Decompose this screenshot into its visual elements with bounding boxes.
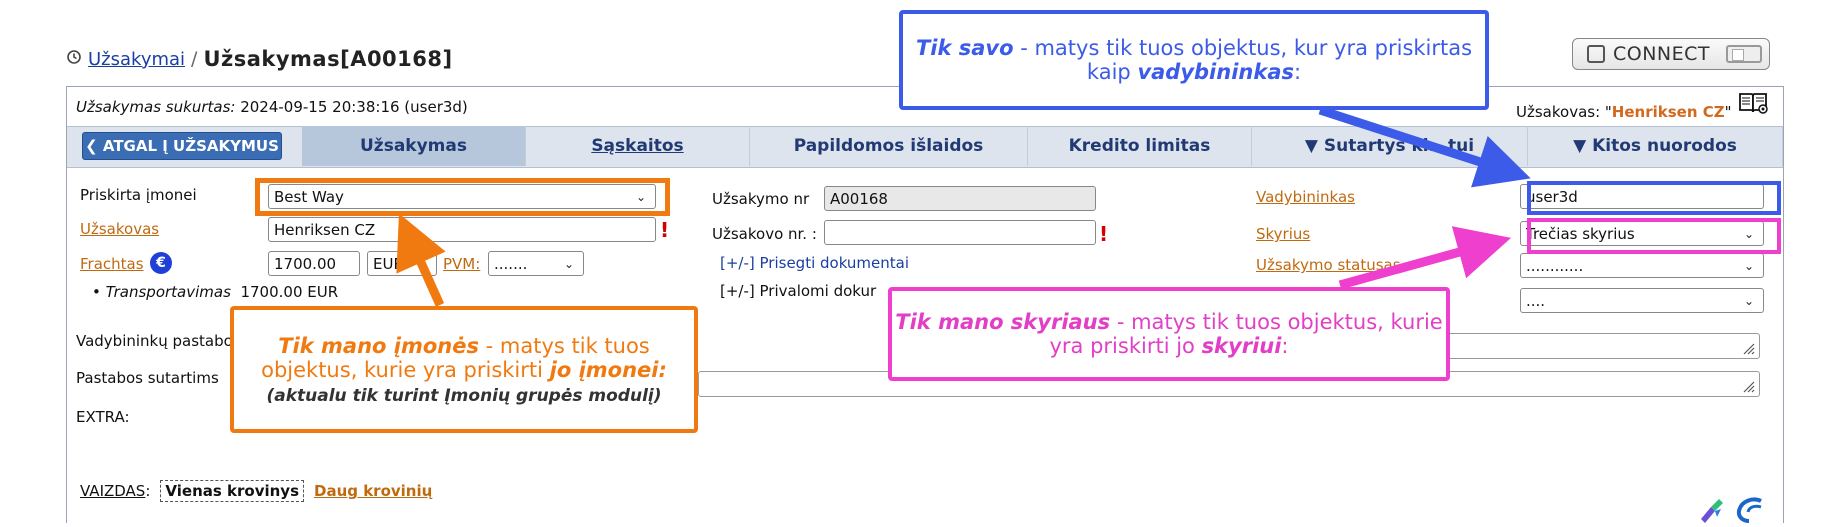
callout-orange-bold2: jo įmonei: — [549, 357, 667, 382]
callout-blue-bold2: vadybininkas — [1137, 60, 1294, 84]
my-company-callout: Tik mano įmonės - matys tik tuos objektu… — [230, 306, 698, 433]
callout-blue-bold: Tik savo — [915, 36, 1014, 60]
callout-orange-sub: (aktualu tik turint Įmonių grupės modulį… — [266, 385, 662, 406]
blue-arrow — [1318, 105, 1531, 188]
callout-blue-end: : — [1293, 60, 1302, 84]
callout-pink-bold2: skyriui — [1201, 334, 1282, 358]
pink-arrow — [1338, 226, 1512, 290]
own-only-callout: Tik savo - matys tik tuos objektus, kur … — [899, 10, 1489, 110]
my-department-callout: Tik mano skyriaus - matys tik tuos objek… — [888, 287, 1450, 381]
callout-pink-end: : — [1281, 334, 1289, 358]
orange-arrow — [396, 213, 446, 307]
callout-orange-bold: Tik mano įmonės — [278, 333, 479, 358]
callout-pink-bold: Tik mano skyriaus — [895, 310, 1111, 334]
